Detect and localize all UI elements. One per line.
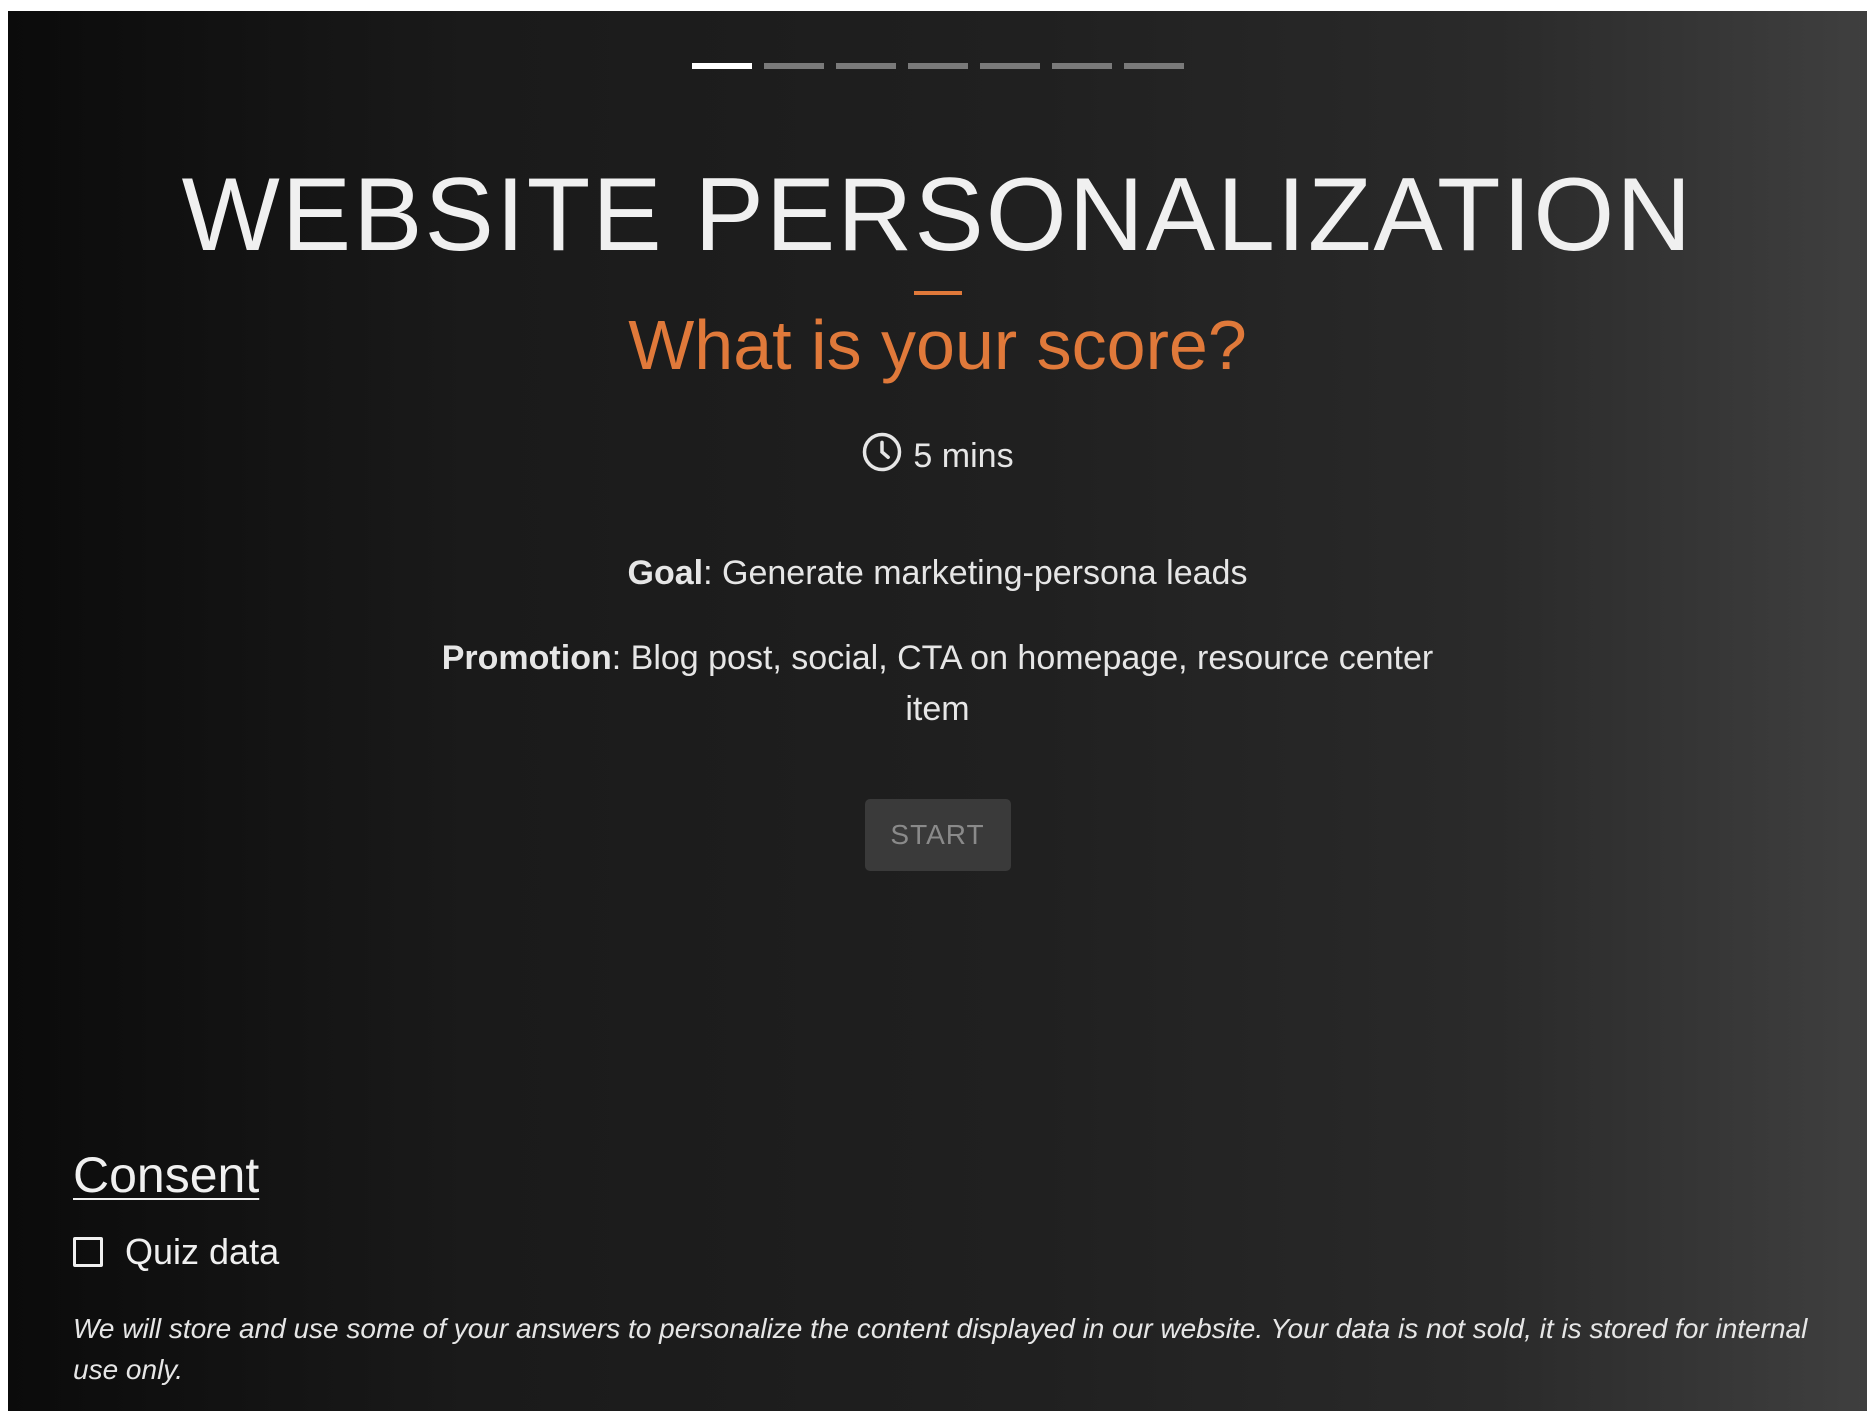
progress-step-1	[691, 63, 752, 69]
progress-indicator	[8, 63, 1867, 69]
page-subtitle: What is your score?	[628, 306, 1247, 384]
duration-text: 5 mins	[913, 437, 1014, 475]
goal-line: Goal: Generate marketing-persona leads	[627, 554, 1248, 592]
duration-info: 5 mins	[8, 431, 1867, 482]
consent-heading: Consent	[73, 1147, 260, 1203]
progress-step-7	[1123, 63, 1184, 69]
promotion-value: Blog post, social, CTA on homepage, reso…	[630, 639, 1434, 728]
progress-step-5	[979, 63, 1040, 69]
quiz-data-checkbox-label[interactable]: Quiz data	[125, 1231, 279, 1273]
quiz-data-consent-row[interactable]: Quiz data	[73, 1231, 279, 1273]
goal-value: Generate marketing-persona leads	[722, 554, 1248, 592]
promotion-line: Promotion: Blog post, social, CTA on hom…	[441, 639, 1434, 728]
quiz-data-checkbox[interactable]	[73, 1237, 103, 1267]
consent-disclaimer: We will store and use some of your answe…	[73, 1313, 1808, 1385]
start-button[interactable]: START	[864, 799, 1011, 871]
progress-step-6	[1051, 63, 1112, 69]
goal-label: Goal	[627, 554, 704, 592]
page-title: WEBSITE PERSONALIZATION	[181, 157, 1694, 273]
progress-step-3	[835, 63, 896, 69]
clock-icon	[861, 431, 903, 482]
promotion-label: Promotion	[441, 639, 612, 677]
progress-step-2	[763, 63, 824, 69]
progress-step-4	[907, 63, 968, 69]
quiz-landing-panel: WEBSITE PERSONALIZATION What is your sco…	[8, 11, 1867, 1411]
title-divider	[913, 291, 962, 295]
